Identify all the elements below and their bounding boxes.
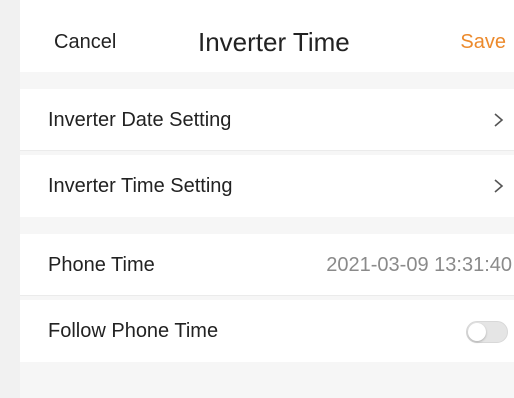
header-bar: Cancel Inverter Time Save (20, 0, 514, 72)
save-button[interactable]: Save (460, 31, 506, 54)
left-edge-strip (0, 0, 20, 398)
cancel-button[interactable]: Cancel (54, 31, 116, 54)
page-title: Inverter Time (198, 27, 350, 57)
chevron-right-icon (494, 179, 504, 193)
phone-time-row: Phone Time 2021-03-09 13:31:40 (20, 234, 514, 296)
settings-panel: Cancel Inverter Time Save Inverter Date … (20, 0, 514, 398)
row-divider (20, 150, 514, 151)
phone-time-label: Phone Time (48, 254, 155, 276)
chevron-right-icon (494, 113, 504, 127)
inverter-time-setting-label: Inverter Time Setting (48, 175, 233, 197)
follow-phone-time-toggle[interactable] (466, 321, 508, 343)
follow-phone-time-row: Follow Phone Time (20, 300, 514, 362)
inverter-time-screen: Cancel Inverter Time Save Inverter Date … (0, 0, 514, 398)
follow-phone-time-label: Follow Phone Time (48, 320, 219, 342)
toggle-knob (468, 323, 486, 341)
phone-time-value: 2021-03-09 13:31:40 (326, 254, 512, 276)
inverter-date-setting-row[interactable]: Inverter Date Setting (20, 89, 514, 151)
inverter-time-setting-row[interactable]: Inverter Time Setting (20, 155, 514, 217)
inverter-date-setting-label: Inverter Date Setting (48, 109, 232, 131)
row-divider (20, 295, 514, 296)
